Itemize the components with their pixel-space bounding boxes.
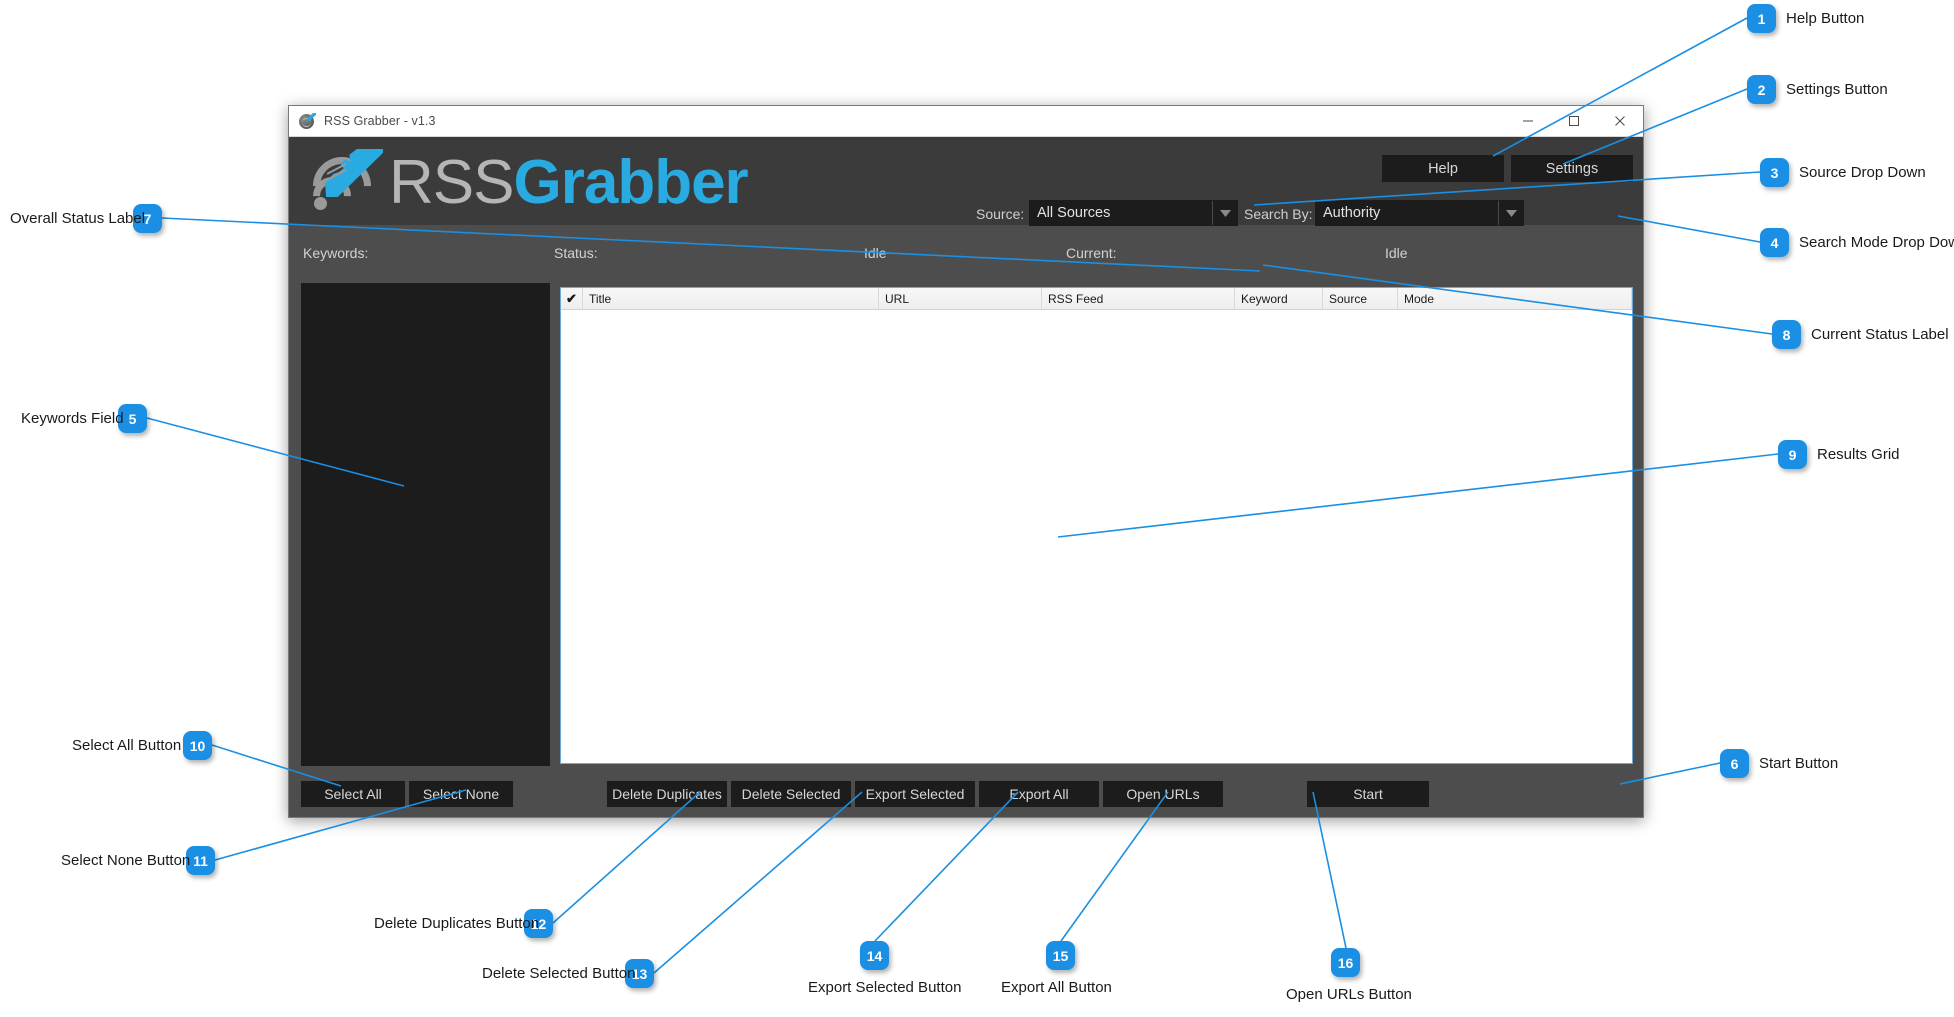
annotation-badge-16: 16 [1331, 948, 1360, 977]
results-grid-body[interactable] [561, 310, 1632, 763]
annotation-label-11: Select None Button [61, 852, 191, 869]
results-grid-header: ✔ Title URL RSS Feed Keyword Source Mode [561, 288, 1632, 310]
rss-grabber-logo-icon [300, 144, 385, 228]
current-status-value: Idle [1385, 245, 1408, 261]
annotation-label-4: Search Mode Drop Down [1799, 234, 1954, 251]
settings-button[interactable]: Settings [1511, 155, 1633, 182]
window-controls [1505, 106, 1643, 137]
results-grid[interactable]: ✔ Title URL RSS Feed Keyword Source Mode [560, 287, 1633, 764]
annotation-badge-9: 9 [1778, 440, 1807, 469]
annotation-label-5: Keywords Field [21, 410, 124, 427]
annotation-label-14: Export Selected Button [808, 979, 962, 996]
app-logo: RSSGrabber [300, 141, 749, 228]
title-bar[interactable]: RSS Grabber - v1.3 [289, 106, 1643, 137]
annotation-label-16: Open URLs Button [1286, 986, 1412, 1003]
export-selected-button[interactable]: Export Selected [855, 781, 975, 807]
annotation-badge-1: 1 [1747, 4, 1776, 33]
annotation-badge-15: 15 [1046, 941, 1075, 970]
grid-column-header-url[interactable]: URL [879, 288, 1042, 309]
logo-text-bold: Grabber [513, 148, 748, 217]
annotation-badge-12: 12 [524, 909, 553, 938]
annotation-badge-6: 6 [1720, 749, 1749, 778]
keywords-input[interactable] [301, 283, 550, 766]
annotation-badge-3: 3 [1760, 158, 1789, 187]
current-status-label: Current: [1066, 245, 1117, 261]
annotation-badge-5: 5 [118, 404, 147, 433]
overall-status-label: Status: [554, 245, 598, 261]
select-all-button[interactable]: Select All [301, 781, 405, 807]
logo-wordmark: RSSGrabber [389, 152, 749, 214]
search-by-label: Search By: [1244, 206, 1313, 222]
app-icon [299, 112, 316, 130]
annotation-badge-8: 8 [1772, 320, 1801, 349]
annotation-line-13 [653, 791, 863, 974]
window-title: RSS Grabber - v1.3 [324, 114, 436, 128]
annotation-badge-10: 10 [183, 731, 212, 760]
grid-column-header-source[interactable]: Source [1323, 288, 1398, 309]
annotation-label-8: Current Status Label [1811, 326, 1949, 343]
source-dropdown[interactable]: All Sources [1029, 200, 1238, 226]
annotation-label-12: Delete Duplicates Button [374, 915, 540, 932]
help-button[interactable]: Help [1382, 155, 1504, 182]
source-label: Source: [976, 206, 1025, 222]
grid-column-header-check[interactable]: ✔ [561, 288, 583, 309]
app-body: RSSGrabber Help Settings Source: All Sou… [289, 137, 1643, 817]
annotation-badge-4: 4 [1760, 228, 1789, 257]
annotation-label-1: Help Button [1786, 10, 1865, 27]
annotation-badge-11: 11 [186, 846, 215, 875]
annotation-label-10: Select All Button [72, 737, 182, 754]
minimize-button[interactable] [1505, 106, 1551, 137]
header-band: RSSGrabber Help Settings Source: All Sou… [289, 137, 1643, 228]
grid-column-header-keyword[interactable]: Keyword [1235, 288, 1323, 309]
grid-column-header-title[interactable]: Title [583, 288, 879, 309]
annotation-label-15: Export All Button [1001, 979, 1112, 996]
annotation-badge-13: 13 [625, 959, 654, 988]
search-mode-dropdown[interactable]: Authority [1315, 200, 1524, 226]
logo-text-light: RSS [389, 148, 514, 217]
overall-status-value: Idle [864, 245, 887, 261]
annotation-badge-2: 2 [1747, 75, 1776, 104]
app-window: RSS Grabber - v1.3 RSSGrabber Help Setti… [288, 105, 1644, 818]
grid-column-header-rss_feed[interactable]: RSS Feed [1042, 288, 1235, 309]
chevron-down-icon[interactable] [1498, 201, 1523, 225]
export-all-button[interactable]: Export All [979, 781, 1099, 807]
select-none-button[interactable]: Select None [409, 781, 513, 807]
delete-duplicates-button[interactable]: Delete Duplicates [607, 781, 727, 807]
source-dropdown-value: All Sources [1037, 205, 1111, 221]
maximize-button[interactable] [1551, 106, 1597, 137]
chevron-down-icon[interactable] [1212, 201, 1237, 225]
close-button[interactable] [1597, 106, 1643, 137]
start-button[interactable]: Start [1307, 781, 1429, 807]
annotation-badge-14: 14 [860, 941, 889, 970]
annotation-label-7: Overall Status Label [10, 210, 146, 227]
open-urls-button[interactable]: Open URLs [1103, 781, 1223, 807]
keywords-label: Keywords: [303, 245, 369, 261]
delete-selected-button[interactable]: Delete Selected [731, 781, 851, 807]
grid-column-header-mode[interactable]: Mode [1398, 288, 1632, 309]
annotation-badge-7: 7 [133, 204, 162, 233]
search-mode-dropdown-value: Authority [1323, 205, 1381, 221]
annotation-label-9: Results Grid [1817, 446, 1900, 463]
annotation-label-13: Delete Selected Button [482, 965, 636, 982]
annotation-label-6: Start Button [1759, 755, 1839, 772]
annotation-label-3: Source Drop Down [1799, 164, 1926, 181]
annotation-label-2: Settings Button [1786, 81, 1888, 98]
